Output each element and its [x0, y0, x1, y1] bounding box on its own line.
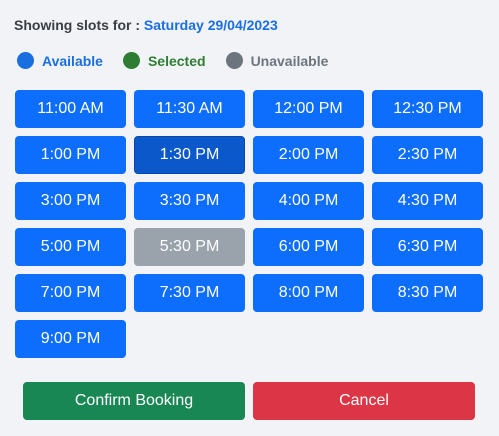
unavailable-dot-icon: [225, 52, 243, 69]
legend-item-available: Available: [17, 52, 103, 69]
time-slot-available[interactable]: 8:30 PM: [372, 274, 483, 312]
time-slot-available[interactable]: 6:00 PM: [253, 228, 364, 266]
time-slot-available[interactable]: 12:00 PM: [253, 90, 364, 128]
time-slot-available[interactable]: 2:30 PM: [372, 136, 483, 174]
booking-actions: Confirm Booking Cancel: [23, 382, 475, 420]
legend-label-available: Available: [42, 52, 103, 69]
time-slot-available[interactable]: 8:00 PM: [253, 274, 364, 312]
time-slot-available[interactable]: 7:30 PM: [134, 274, 245, 312]
time-slot-available[interactable]: 3:30 PM: [134, 182, 245, 220]
legend-label-unavailable: Unavailable: [250, 52, 329, 69]
time-slot-selected[interactable]: 1:30 PM: [134, 136, 245, 174]
time-slot-available[interactable]: 11:30 AM: [134, 90, 245, 128]
time-slot-available[interactable]: 2:00 PM: [253, 136, 364, 174]
time-slot-available[interactable]: 4:30 PM: [372, 182, 483, 220]
time-slot-available[interactable]: 12:30 PM: [372, 90, 483, 128]
time-slot-available[interactable]: 7:00 PM: [15, 274, 126, 312]
time-slot-available[interactable]: 11:00 AM: [15, 90, 126, 128]
time-slot-grid: 11:00 AM 11:30 AM 12:00 PM 12:30 PM 1:00 PM 1…: [15, 90, 490, 358]
time-slot-available[interactable]: 5:00 PM: [15, 228, 126, 266]
available-dot-icon: [17, 52, 34, 69]
slots-header-label: Showing slots for :: [14, 17, 140, 33]
time-slot-unavailable: 5:30 PM: [134, 228, 245, 266]
legend-label-selected: Selected: [147, 52, 206, 69]
selected-dot-icon: [122, 52, 140, 69]
legend-item-unavailable: Unavailable: [225, 52, 329, 69]
time-slot-available[interactable]: 4:00 PM: [253, 182, 364, 220]
confirm-booking-button[interactable]: Confirm Booking: [23, 382, 245, 420]
legend-item-selected: Selected: [122, 52, 206, 69]
cancel-button[interactable]: Cancel: [253, 382, 475, 420]
slots-header: Showing slots for : Saturday 29/04/2023: [14, 17, 278, 33]
slot-legend: Available Selected Unavailable: [17, 52, 348, 69]
time-slot-available[interactable]: 1:00 PM: [15, 136, 126, 174]
selected-date: Saturday 29/04/2023: [143, 17, 278, 33]
time-slot-available[interactable]: 6:30 PM: [372, 228, 483, 266]
time-slot-available[interactable]: 3:00 PM: [15, 182, 126, 220]
time-slot-available[interactable]: 9:00 PM: [15, 320, 126, 358]
